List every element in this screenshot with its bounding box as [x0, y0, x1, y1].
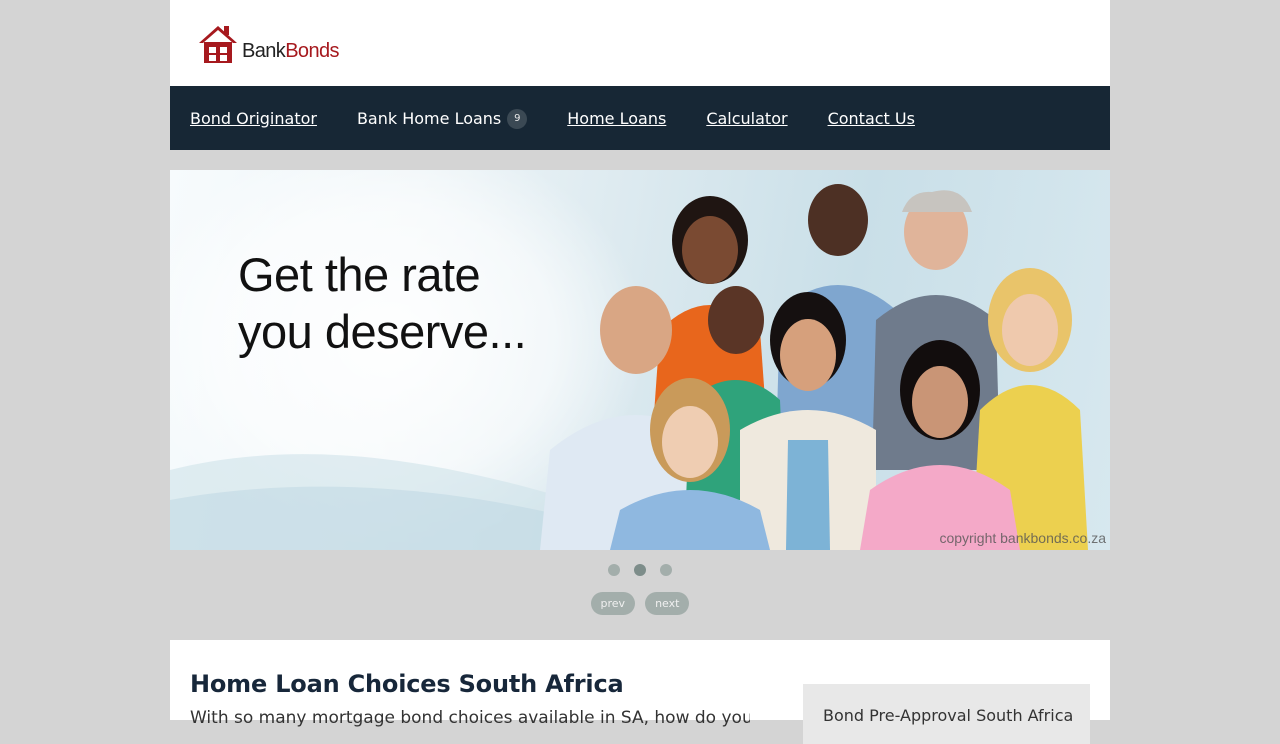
main-nav: Bond Originator Bank Home Loans 9 Home Lo…: [170, 86, 1110, 150]
site-header: BankBonds: [170, 0, 1110, 86]
hero-headline-line1: Get the rate: [238, 248, 481, 301]
logo-text-bonds: Bonds: [285, 40, 339, 62]
slider-dot-2[interactable]: [634, 564, 646, 576]
house-icon: [199, 26, 237, 63]
sidebar-title[interactable]: Bond Pre-Approval South Africa: [823, 706, 1073, 725]
nav-item-label: Calculator: [706, 108, 788, 128]
page-title: Home Loan Choices South Africa: [190, 670, 624, 698]
prev-button[interactable]: prev: [590, 592, 636, 615]
slider-dots: [0, 564, 1280, 576]
main-content: Home Loan Choices South Africa With so m…: [170, 640, 1110, 744]
logo-text: BankBonds: [242, 40, 340, 63]
nav-item-bank-home-loans[interactable]: Bank Home Loans 9: [356, 107, 528, 129]
nav-item-contact-us[interactable]: Contact Us: [828, 109, 915, 128]
logo-text-bank: Bank: [242, 40, 286, 62]
slider-pager: prev next: [0, 592, 1280, 615]
slider-dot-3[interactable]: [660, 564, 672, 576]
people-group-image: [540, 184, 1088, 550]
site-logo[interactable]: BankBonds: [197, 21, 340, 65]
nav-item-calculator[interactable]: Calculator: [706, 109, 787, 128]
intro-text: With so many mortgage bond choices avail…: [190, 708, 750, 728]
nav-item-label: Bank Home Loans: [356, 108, 502, 128]
nav-item-label: Bond Originator: [190, 108, 317, 128]
hero-headline-line2: you deserve...: [238, 305, 527, 358]
slider-dot-1[interactable]: [608, 564, 620, 576]
sidebar-box: Bond Pre-Approval South Africa: [803, 684, 1090, 744]
hero-copyright: copyright bankbonds.co.za: [939, 530, 1106, 546]
next-button[interactable]: next: [645, 592, 690, 615]
nav-item-bond-originator[interactable]: Bond Originator: [190, 109, 317, 128]
nav-item-label: Contact Us: [827, 108, 915, 128]
nav-item-home-loans[interactable]: Home Loans: [567, 109, 666, 128]
hero-headline: Get the rate you deserve...: [238, 246, 527, 360]
count-badge: 9: [507, 109, 528, 129]
nav-item-label: Home Loans: [567, 108, 667, 128]
hero-slide[interactable]: Get the rate you deserve... copyright ba…: [170, 170, 1110, 550]
